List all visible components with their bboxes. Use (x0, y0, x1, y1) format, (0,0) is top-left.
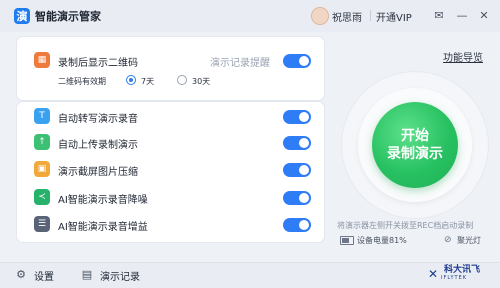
settings-gear-icon[interactable]: ⚙ (15, 268, 27, 281)
validity-30d-radio[interactable] (177, 75, 187, 85)
records-icon[interactable]: ▤ (81, 268, 93, 281)
battery-status: 设备电量81% (357, 236, 407, 245)
feature-guide-link[interactable]: 功能导览 (443, 49, 483, 64)
gain-icon: ☰ (34, 216, 50, 232)
feature-label-gain: AI智能演示录音增益 (58, 222, 148, 233)
feature-label-transcribe: 自动转写演示录音 (58, 114, 138, 125)
start-button-line2: 录制演示 (387, 146, 443, 162)
validity-7d-radio[interactable] (126, 75, 136, 85)
feature-toggle-upload[interactable] (283, 136, 311, 150)
feature-toggle-gain[interactable] (283, 218, 311, 232)
mail-icon[interactable]: ✉ (431, 7, 447, 23)
user-name[interactable]: 祝思雨 (332, 9, 362, 24)
app-title: 智能演示管家 (35, 10, 101, 23)
qr-code-icon: ▦ (34, 52, 50, 68)
vip-link[interactable]: 开通VIP (376, 9, 412, 24)
feature-label-denoise: AI智能演示录音降噪 (58, 195, 148, 206)
feature-toggle-compress[interactable] (283, 163, 311, 177)
noise-reduction-icon: ≺ (34, 189, 50, 205)
brand-sub: IFLYTEK (441, 275, 468, 281)
feature-label-upload: 自动上传录制演示 (58, 140, 138, 151)
feature-toggle-transcribe[interactable] (283, 110, 311, 124)
records-button[interactable]: 演示记录 (100, 268, 140, 283)
validity-label: 二维码有效期 (58, 77, 106, 86)
qr-option-secondary: 演示记录提醒 (210, 58, 270, 69)
close-icon[interactable]: ✕ (476, 7, 492, 23)
image-compress-icon: ▣ (34, 161, 50, 177)
validity-7d-label[interactable]: 7天 (141, 76, 154, 87)
settings-button[interactable]: 设置 (34, 268, 54, 283)
upload-icon: ↑ (34, 134, 50, 150)
user-avatar[interactable] (311, 7, 329, 25)
feature-toggle-denoise[interactable] (283, 191, 311, 205)
app-logo-icon: 演 (14, 8, 30, 24)
transcribe-icon: T (34, 108, 50, 124)
minimize-icon[interactable]: — (454, 7, 470, 23)
validity-30d-label[interactable]: 30天 (192, 76, 210, 87)
brand-name: 科大讯飞 (444, 265, 481, 275)
iflytek-logo-icon: ✕ (427, 266, 439, 281)
qr-option-label: 录制后显示二维码 (58, 58, 138, 69)
header-divider (370, 10, 371, 21)
battery-icon (340, 236, 354, 245)
start-button-line1: 开始 (401, 128, 429, 144)
brand-logo: ✕ 科大讯飞 IFLYTEK (425, 265, 481, 282)
spotlight-icon: ⊘ (444, 235, 452, 245)
qr-option-toggle[interactable] (283, 54, 311, 68)
feature-label-compress: 演示截屏图片压缩 (58, 167, 138, 178)
spotlight-label: 聚光灯 (457, 236, 481, 245)
recording-hint: 将演示器左侧开关拨至REC档启动录制 (337, 221, 474, 230)
start-recording-button[interactable]: 开始 录制演示 (372, 102, 458, 188)
